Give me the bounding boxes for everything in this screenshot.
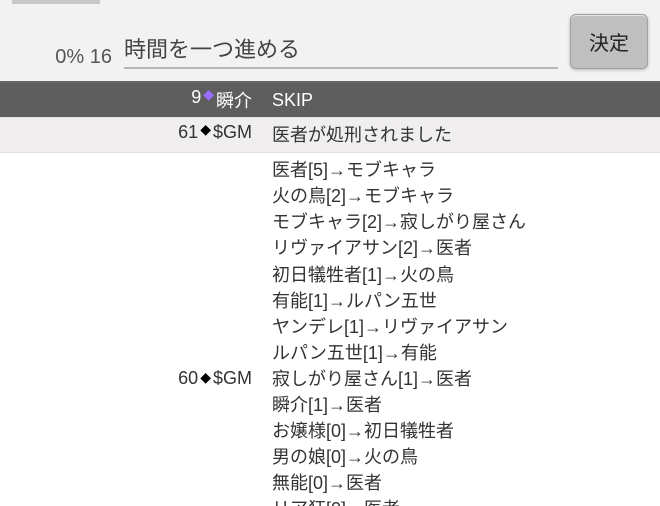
log-line: ヤンデレ[1]→リヴァイアサン [272, 314, 650, 340]
log-line: SKIP [272, 87, 650, 113]
log-line: 有能[1]→ルパン五世 [272, 288, 650, 314]
diamond-icon: ◆ [203, 86, 214, 103]
log-line: リア狂[0]→医者 [272, 496, 650, 506]
log-row: 9◆瞬介 SKIP [0, 83, 660, 118]
log-row: 60◆$GM医者[5]→モブキャラ火の鳥[2]→モブキャラモブキャラ[2]→寂し… [0, 153, 660, 506]
status-label: 0% 16 [12, 18, 112, 69]
log-line: ルパン五世[1]→有能 [272, 340, 650, 366]
row-name-text: $GM [213, 368, 252, 389]
progress-bar [12, 0, 100, 4]
log-line: 男の娘[0]→火の鳥 [272, 444, 650, 470]
log-line: 医者[5]→モブキャラ [272, 157, 650, 183]
log-line: リヴァイアサン[2]→医者 [272, 235, 650, 261]
command-input-wrap [124, 15, 558, 69]
log-row-name: 61◆$GM [0, 118, 262, 147]
log-line: 初日犠牲者[1]→火の鳥 [272, 262, 650, 288]
row-name-text: $GM [213, 122, 252, 143]
log-row: 61◆$GM 医者が処刑されました [0, 118, 660, 153]
app-root: 0% 16 決定 9◆瞬介SKIP61◆$GM医者が処刑されました60◆$GM医… [0, 0, 660, 506]
diamond-icon: ◆ [200, 121, 211, 138]
diamond-icon: ◆ [200, 369, 211, 386]
log-line: モブキャラ[2]→寂しがり屋さん [272, 209, 650, 235]
log-line: 無能[0]→医者 [272, 470, 650, 496]
row-name-text: 瞬介 [216, 87, 252, 113]
row-number: 9 [191, 87, 201, 108]
log-row-name: 9◆瞬介 [0, 83, 262, 117]
submit-button[interactable]: 決定 [570, 14, 648, 69]
row-number: 61 [178, 122, 198, 143]
log-line: 医者が処刑されました [272, 122, 650, 148]
log-line: お嬢様[0]→初日犠牲者 [272, 418, 650, 444]
log-line: 寂しがり屋さん[1]→医者 [272, 366, 650, 392]
command-input[interactable] [124, 29, 558, 69]
log-row-name: 60◆$GM [0, 153, 262, 506]
log-table: 9◆瞬介SKIP61◆$GM医者が処刑されました60◆$GM医者[5]→モブキャ… [0, 81, 660, 506]
log-row-message: 医者が処刑されました [262, 118, 660, 152]
log-row-message: SKIP [262, 83, 660, 117]
log-line: 瞬介[1]→医者 [272, 392, 650, 418]
log-line: 火の鳥[2]→モブキャラ [272, 183, 650, 209]
row-number: 60 [178, 368, 198, 389]
top-bar: 0% 16 決定 [0, 0, 660, 81]
log-row-message: 医者[5]→モブキャラ火の鳥[2]→モブキャラモブキャラ[2]→寂しがり屋さんリ… [262, 153, 660, 506]
